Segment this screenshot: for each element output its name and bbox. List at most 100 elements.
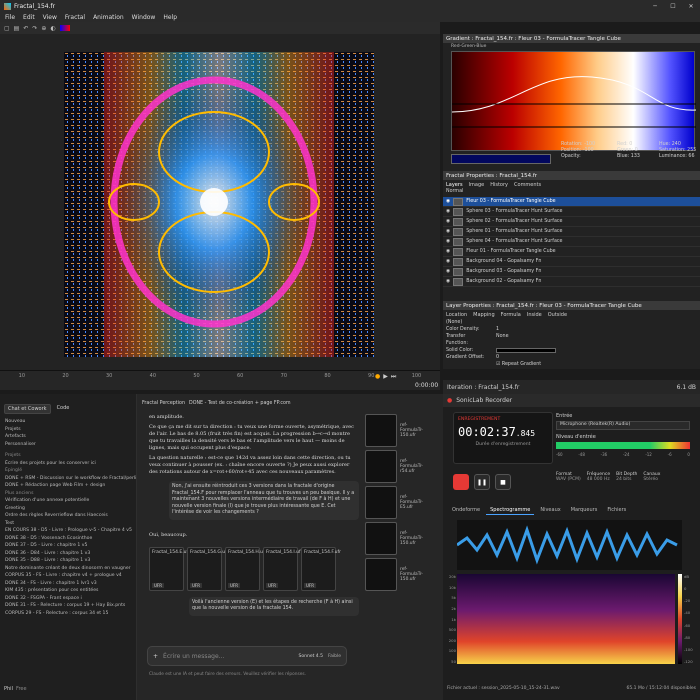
tab-spectrogram[interactable]: Spectrogramme: [486, 505, 535, 515]
eye-icon[interactable]: ◉: [446, 229, 450, 234]
control-rotation[interactable]: Rotation: -100: [561, 142, 617, 147]
play-icon[interactable]: ▶: [383, 373, 388, 381]
tab-files[interactable]: Fichiers: [603, 505, 630, 515]
color-swatch[interactable]: [451, 154, 551, 164]
layer-row[interactable]: ◉ Background 04 - Gopalsamy Fn: [443, 257, 700, 267]
control-blue[interactable]: Blue: 133: [617, 154, 659, 159]
add-icon[interactable]: +: [153, 653, 158, 660]
attachment[interactable]: ref-FormulaTr-150.ufr: [365, 412, 435, 448]
conversation-item[interactable]: DONE 37 - D5 - Livre : chapitre 1 v5: [0, 542, 136, 550]
page-title[interactable]: DONE - Test de co-création + page FP.com: [189, 401, 291, 406]
tab-formula[interactable]: Formula: [501, 312, 521, 318]
zoom-icon[interactable]: ⊕: [41, 25, 46, 32]
file-card[interactable]: Fractal_154.I.ufr UFR: [263, 546, 302, 591]
close-button[interactable]: ✕: [682, 3, 700, 10]
layer-row[interactable]: ◉ Sphere 01 - FormulaTracer Hunt Surface: [443, 227, 700, 237]
tab-waveform[interactable]: Ondeforme: [448, 505, 484, 515]
layer-row[interactable]: ◉ Sphere 02 - FormulaTracer Hunt Surface: [443, 217, 700, 227]
tab-layers[interactable]: Layers: [446, 182, 463, 188]
rate-select[interactable]: Fréquence 48 000 Hz: [587, 472, 610, 482]
conversation-item[interactable]: DONE 34 - FS - Livre : chapitre 1 lvr1 v…: [0, 580, 136, 588]
record-button[interactable]: [453, 474, 469, 490]
channels-select[interactable]: Canaux Stéréo: [643, 472, 660, 482]
new-icon[interactable]: ▢: [4, 25, 10, 32]
menu-view[interactable]: View: [43, 14, 57, 21]
eye-icon[interactable]: ◉: [446, 279, 450, 284]
conversation-item[interactable]: DONE 31 - FS - Relecture : corpus 19 + H…: [0, 602, 136, 610]
user-profile[interactable]: Phil Free: [4, 686, 27, 692]
tab-inside[interactable]: Inside: [527, 312, 542, 318]
blend-mode-select[interactable]: Normal: [443, 189, 700, 197]
gradient-preset[interactable]: Red-Green-Blue: [451, 44, 486, 49]
attachment[interactable]: ref-FormulaTr-r54.ufr: [365, 448, 435, 484]
layer-row[interactable]: ◉ Background 02 - Gopalsamy Fn: [443, 277, 700, 287]
redo-icon[interactable]: ↷: [32, 25, 37, 32]
maximize-button[interactable]: ☐: [664, 3, 682, 10]
color-density-field[interactable]: 1: [496, 326, 499, 333]
menu-window[interactable]: Window: [132, 14, 156, 21]
bitdepth-select[interactable]: Bit Depth 24 bits: [616, 472, 637, 482]
open-icon[interactable]: ▤: [14, 25, 20, 32]
layer-row[interactable]: ◉ Sphere 04 - FormulaTracer Hunt Surface: [443, 237, 700, 247]
eye-icon[interactable]: ◉: [446, 249, 450, 254]
conversation-item[interactable]: Notre dominante créant de deux dinosorm …: [0, 565, 136, 573]
timeline[interactable]: 10 20 30 40 50 60 70 80 90 100 ● ▶ ⏭ 0:00:00: [0, 370, 440, 390]
menu-file[interactable]: File: [5, 14, 15, 21]
conversation-item[interactable]: Test: [0, 520, 136, 528]
message-input[interactable]: Écrire un message...: [163, 653, 293, 660]
format-select[interactable]: Format WAV (PCM): [556, 472, 581, 482]
control-hue[interactable]: Hue: 240: [659, 142, 700, 147]
layer-row[interactable]: ◉ Sphere 03 - FormulaTracer Hunt Surface: [443, 207, 700, 217]
eye-icon[interactable]: ◉: [446, 199, 450, 204]
tab-outside[interactable]: Outside: [548, 312, 567, 318]
conversation-item[interactable]: CORPUS 29 - FS - Relecture : corpus 34 e…: [0, 610, 136, 618]
attachment[interactable]: ref-FormulaTr-150.ufr: [365, 556, 435, 592]
nav-new[interactable]: Nouveau: [0, 418, 136, 426]
control-saturation[interactable]: Saturation: 255: [659, 148, 700, 153]
file-card[interactable]: Fractal_154.H.ufr UFR: [225, 546, 266, 591]
layer-row[interactable]: ◉ Fleur 03 - FormulaTracer Tangle Cube: [443, 197, 700, 207]
file-card[interactable]: Fractal_154.G.ufr UFR: [187, 546, 229, 591]
nav-customize[interactable]: Personnaliser: [0, 441, 136, 449]
conversation-item[interactable]: DONE + Rédaction page Web Film + design: [0, 482, 136, 490]
layer-row[interactable]: ◉ Background 03 - Gopalsamy Fn: [443, 267, 700, 277]
breadcrumb[interactable]: Fractal Perception: [142, 401, 185, 406]
menu-animation[interactable]: Animation: [93, 14, 124, 21]
tab-history[interactable]: History: [490, 182, 508, 188]
tab-image[interactable]: Image: [469, 182, 485, 188]
conversation-item[interactable]: DONE + RSM - Discussion sur le workflow …: [0, 475, 136, 483]
eye-icon[interactable]: ◉: [446, 259, 450, 264]
undo-icon[interactable]: ↶: [23, 25, 28, 32]
render-icon[interactable]: ◐: [50, 25, 55, 32]
attachment[interactable]: ref-FormulaTr-E5.ufr: [365, 484, 435, 520]
pause-button[interactable]: ❚❚: [474, 474, 490, 490]
gradient-offset-field[interactable]: 0: [496, 354, 499, 361]
control-opacity[interactable]: Opacity:: [561, 154, 617, 159]
nav-projects[interactable]: Projets: [0, 426, 136, 434]
model-select[interactable]: Sonnet 4.5: [299, 654, 323, 659]
menu-fractal[interactable]: Fractal: [65, 14, 85, 21]
device-select[interactable]: Microphone (Realtek(R) Audio): [556, 421, 690, 430]
eye-icon[interactable]: ◉: [446, 209, 450, 214]
eye-icon[interactable]: ◉: [446, 239, 450, 244]
conversation-item[interactable]: KIM 435 : présentation pour ces entitées: [0, 587, 136, 595]
spectrogram-view[interactable]: [457, 574, 675, 664]
transfer-select[interactable]: None: [496, 333, 509, 347]
menu-help[interactable]: Help: [163, 14, 177, 21]
control-green[interactable]: Green: 0: [617, 148, 659, 153]
tab-markers[interactable]: Marqueurs: [567, 505, 602, 515]
conversation-item[interactable]: Vérification d'une annexe potentielle: [0, 497, 136, 505]
conversation-item[interactable]: DONE 38 - D5 : Vossenach Ecosinthoe: [0, 535, 136, 543]
control-position[interactable]: Position: -100: [561, 148, 617, 153]
attachment[interactable]: ref-FormulaTr-150.ufr: [365, 520, 435, 556]
waveform-view[interactable]: [456, 520, 682, 570]
tab-location[interactable]: Location: [446, 312, 467, 318]
tab-mapping[interactable]: Mapping: [473, 312, 494, 318]
conversation-item[interactable]: Greeting: [0, 505, 136, 513]
eye-icon[interactable]: ◉: [446, 269, 450, 274]
fractal-render[interactable]: [64, 52, 374, 357]
gradient-tool-icon[interactable]: [59, 25, 70, 31]
conversation-item[interactable]: CORPUS 35 - FS - Livre : chapitre v4 + p…: [0, 572, 136, 580]
solid-color-swatch[interactable]: [496, 348, 556, 353]
record-icon[interactable]: ●: [375, 373, 380, 381]
